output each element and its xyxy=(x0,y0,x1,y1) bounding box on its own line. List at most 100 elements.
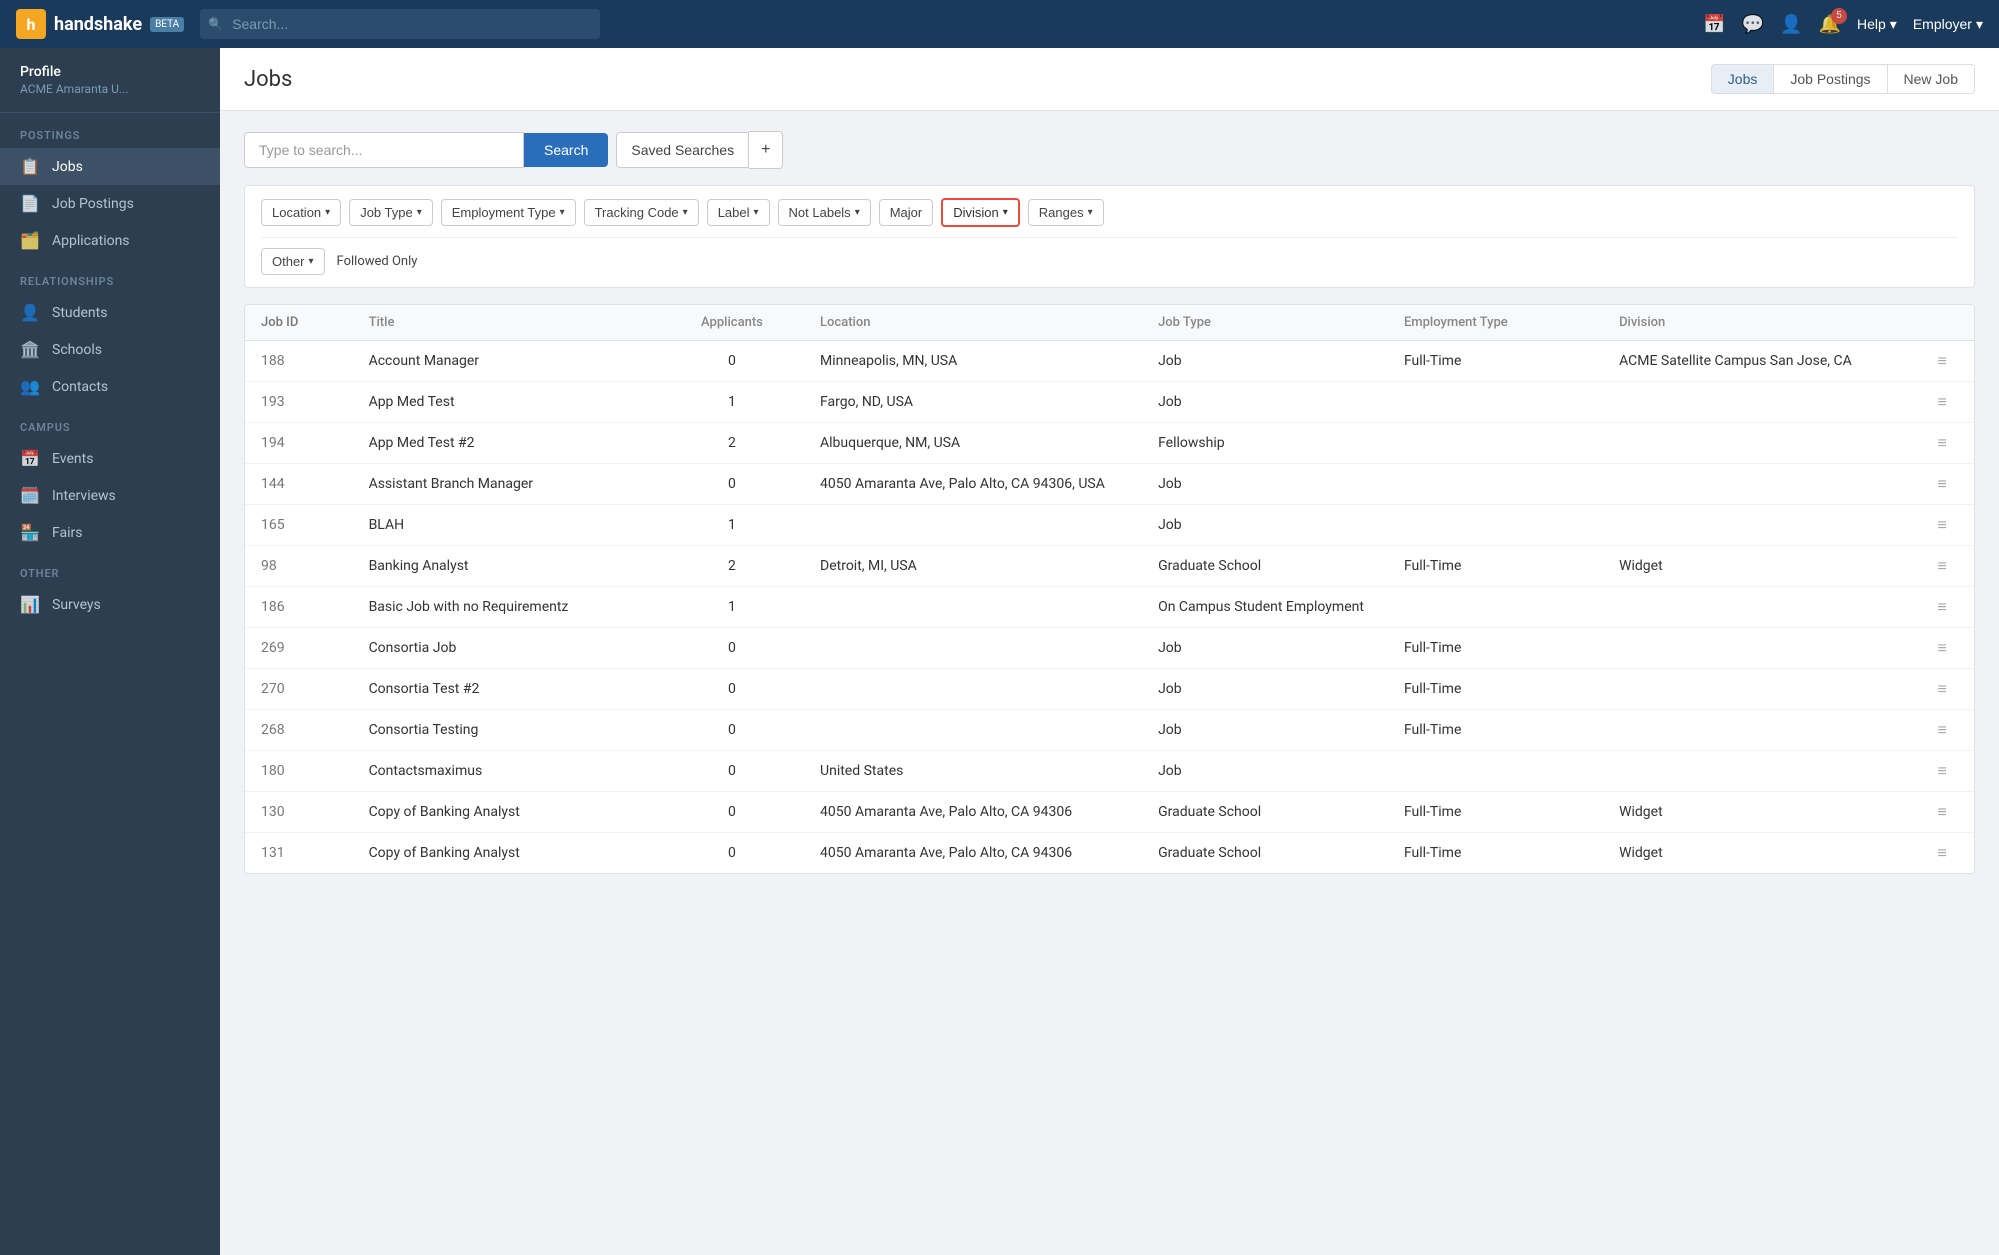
help-dropdown-btn[interactable]: Help ▾ xyxy=(1857,16,1897,33)
cell-job-type: Job xyxy=(1142,505,1388,546)
cell-menu[interactable]: ≡ xyxy=(1910,792,1974,833)
row-menu-icon[interactable]: ≡ xyxy=(1938,392,1947,411)
cell-job-type: Graduate School xyxy=(1142,833,1388,874)
sidebar-item-students[interactable]: 👤 Students xyxy=(0,294,220,331)
row-menu-icon[interactable]: ≡ xyxy=(1938,597,1947,616)
cell-menu[interactable]: ≡ xyxy=(1910,710,1974,751)
calendar-icon-btn[interactable]: 📅 xyxy=(1703,14,1725,35)
notifications-icon-btn[interactable]: 🔔 5 xyxy=(1819,14,1841,35)
tab-new-job[interactable]: New Job xyxy=(1888,64,1975,94)
search-button[interactable]: Search xyxy=(524,133,608,167)
cell-location xyxy=(804,505,1142,546)
cell-employment-type: Full-Time xyxy=(1388,341,1603,382)
sidebar-item-surveys-label: Surveys xyxy=(52,597,101,613)
cell-menu[interactable]: ≡ xyxy=(1910,833,1974,874)
cell-title: Copy of Banking Analyst xyxy=(353,792,660,833)
tab-jobs[interactable]: Jobs xyxy=(1711,64,1775,94)
cell-menu[interactable]: ≡ xyxy=(1910,505,1974,546)
cell-job-id: 269 xyxy=(245,628,353,669)
cell-menu[interactable]: ≡ xyxy=(1910,464,1974,505)
cell-menu[interactable]: ≡ xyxy=(1910,382,1974,423)
row-menu-icon[interactable]: ≡ xyxy=(1938,638,1947,657)
filter-not-labels[interactable]: Not Labels ▾ xyxy=(778,199,871,226)
row-menu-icon[interactable]: ≡ xyxy=(1938,761,1947,780)
filter-not-labels-label: Not Labels xyxy=(789,205,851,220)
top-search-input[interactable] xyxy=(200,9,600,39)
cell-job-id: 180 xyxy=(245,751,353,792)
row-menu-icon[interactable]: ≡ xyxy=(1938,351,1947,370)
cell-job-type: Graduate School xyxy=(1142,792,1388,833)
table-row[interactable]: 194 App Med Test #2 2 Albuquerque, NM, U… xyxy=(245,423,1974,464)
table-row[interactable]: 268 Consortia Testing 0 Job Full-Time ≡ xyxy=(245,710,1974,751)
sidebar-item-fairs[interactable]: 🏪 Fairs xyxy=(0,514,220,551)
cell-location: Albuquerque, NM, USA xyxy=(804,423,1142,464)
row-menu-icon[interactable]: ≡ xyxy=(1938,843,1947,862)
cell-division xyxy=(1603,587,1910,628)
table-row[interactable]: 165 BLAH 1 Job ≡ xyxy=(245,505,1974,546)
filter-ranges[interactable]: Ranges ▾ xyxy=(1028,199,1104,226)
employer-caret-icon: ▾ xyxy=(1976,16,1983,33)
filter-major[interactable]: Major xyxy=(879,199,934,226)
filter-label-caret-icon: ▾ xyxy=(754,207,759,218)
search-input[interactable] xyxy=(244,132,524,168)
employer-dropdown-btn[interactable]: Employer ▾ xyxy=(1913,16,1983,33)
cell-menu[interactable]: ≡ xyxy=(1910,423,1974,464)
table-row[interactable]: 193 App Med Test 1 Fargo, ND, USA Job ≡ xyxy=(245,382,1974,423)
filter-ranges-caret-icon: ▾ xyxy=(1088,207,1093,218)
cell-job-id: 188 xyxy=(245,341,353,382)
sidebar-item-applications[interactable]: 🗂️ Applications xyxy=(0,222,220,259)
row-menu-icon[interactable]: ≡ xyxy=(1938,515,1947,534)
sidebar-item-interviews[interactable]: 🗓️ Interviews xyxy=(0,477,220,514)
filter-tracking-code[interactable]: Tracking Code ▾ xyxy=(584,199,699,226)
filter-other[interactable]: Other ▾ xyxy=(261,248,325,275)
add-saved-search-button[interactable]: + xyxy=(749,131,783,169)
table-row[interactable]: 130 Copy of Banking Analyst 0 4050 Amara… xyxy=(245,792,1974,833)
saved-searches-button[interactable]: Saved Searches xyxy=(616,132,749,168)
sidebar-item-schools[interactable]: 🏛️ Schools xyxy=(0,331,220,368)
cell-menu[interactable]: ≡ xyxy=(1910,341,1974,382)
filter-employment-type[interactable]: Employment Type ▾ xyxy=(441,199,576,226)
logo[interactable]: h handshake BETA xyxy=(16,9,184,39)
cell-menu[interactable]: ≡ xyxy=(1910,751,1974,792)
filter-label[interactable]: Label ▾ xyxy=(707,199,770,226)
sidebar-item-job-postings[interactable]: 📄 Job Postings xyxy=(0,185,220,222)
row-menu-icon[interactable]: ≡ xyxy=(1938,556,1947,575)
cell-applicants: 1 xyxy=(660,382,804,423)
sidebar-item-contacts[interactable]: 👥 Contacts xyxy=(0,368,220,405)
profile-icon-btn[interactable]: 👤 xyxy=(1780,14,1802,35)
cell-menu[interactable]: ≡ xyxy=(1910,669,1974,710)
cell-title: App Med Test xyxy=(353,382,660,423)
row-menu-icon[interactable]: ≡ xyxy=(1938,802,1947,821)
table-row[interactable]: 144 Assistant Branch Manager 0 4050 Amar… xyxy=(245,464,1974,505)
cell-applicants: 0 xyxy=(660,464,804,505)
table-row[interactable]: 98 Banking Analyst 2 Detroit, MI, USA Gr… xyxy=(245,546,1974,587)
sidebar-item-surveys[interactable]: 📊 Surveys xyxy=(0,586,220,623)
cell-menu[interactable]: ≡ xyxy=(1910,628,1974,669)
cell-division xyxy=(1603,628,1910,669)
filter-division[interactable]: Division ▾ xyxy=(941,198,1020,227)
sidebar-user-org: ACME Amaranta U... xyxy=(20,82,200,96)
table-row[interactable]: 269 Consortia Job 0 Job Full-Time ≡ xyxy=(245,628,1974,669)
sidebar-item-jobs[interactable]: 📋 Jobs xyxy=(0,148,220,185)
filter-tracking-code-caret-icon: ▾ xyxy=(683,207,688,218)
table-row[interactable]: 270 Consortia Test #2 0 Job Full-Time ≡ xyxy=(245,669,1974,710)
cell-employment-type: Full-Time xyxy=(1388,669,1603,710)
filter-location[interactable]: Location ▾ xyxy=(261,199,341,226)
row-menu-icon[interactable]: ≡ xyxy=(1938,474,1947,493)
cell-menu[interactable]: ≡ xyxy=(1910,587,1974,628)
main-header: Jobs Jobs Job Postings New Job xyxy=(220,48,1999,111)
sidebar-item-events[interactable]: 📅 Events xyxy=(0,440,220,477)
messages-icon-btn[interactable]: 💬 xyxy=(1742,14,1764,35)
table-row[interactable]: 188 Account Manager 0 Minneapolis, MN, U… xyxy=(245,341,1974,382)
filter-job-type[interactable]: Job Type ▾ xyxy=(349,199,433,226)
row-menu-icon[interactable]: ≡ xyxy=(1938,433,1947,452)
table-row[interactable]: 186 Basic Job with no Requirementz 1 On … xyxy=(245,587,1974,628)
row-menu-icon[interactable]: ≡ xyxy=(1938,679,1947,698)
sidebar-item-job-postings-label: Job Postings xyxy=(52,196,134,212)
row-menu-icon[interactable]: ≡ xyxy=(1938,720,1947,739)
cell-division xyxy=(1603,710,1910,751)
tab-job-postings[interactable]: Job Postings xyxy=(1774,64,1887,94)
cell-menu[interactable]: ≡ xyxy=(1910,546,1974,587)
table-row[interactable]: 180 Contactsmaximus 0 United States Job … xyxy=(245,751,1974,792)
table-row[interactable]: 131 Copy of Banking Analyst 0 4050 Amara… xyxy=(245,833,1974,874)
